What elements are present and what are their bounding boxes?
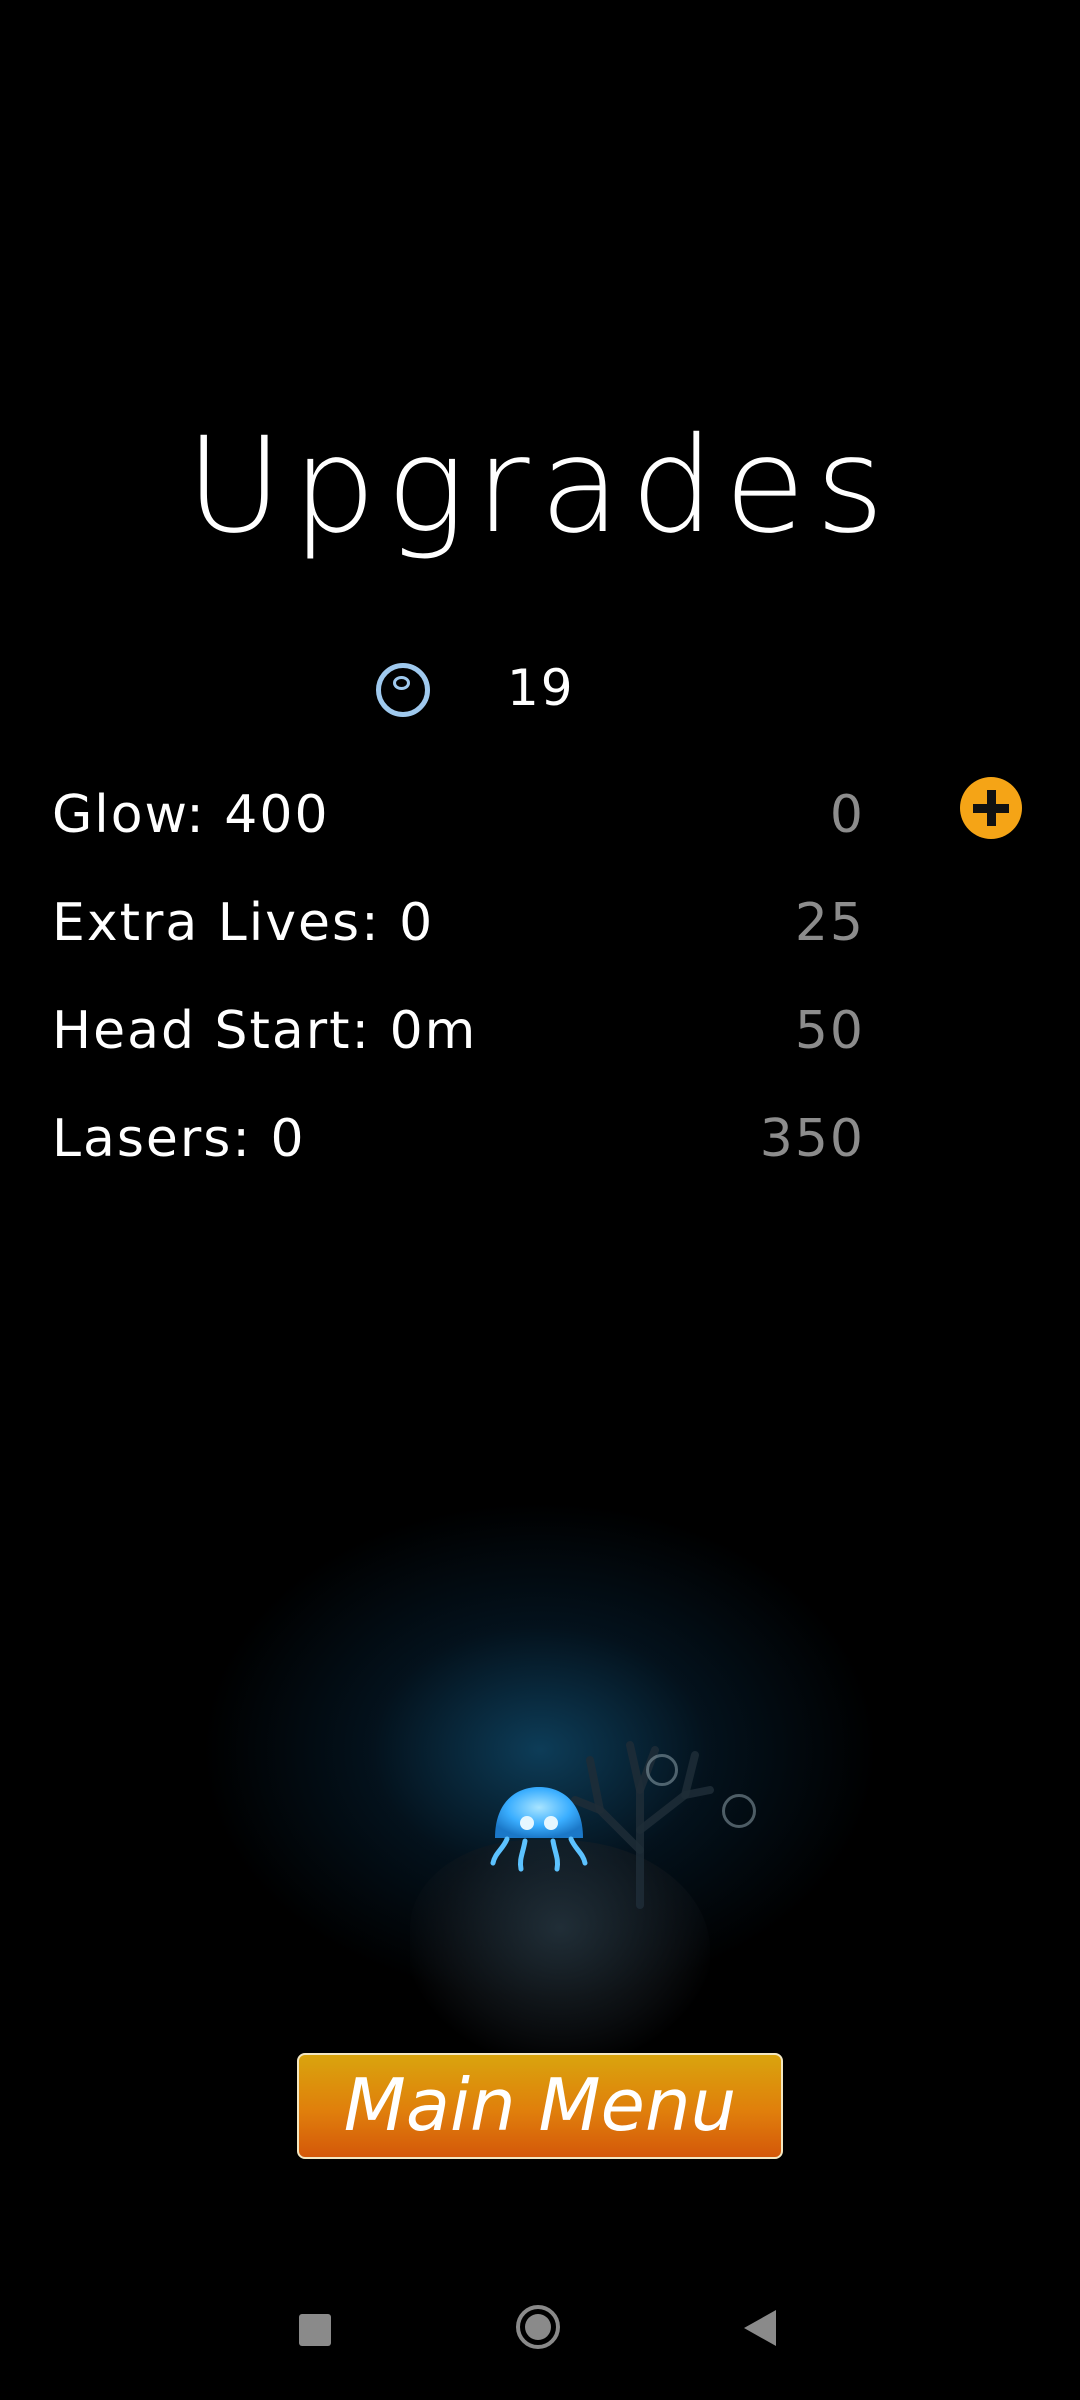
- upgrade-row-head-start: Head Start: 0m 50: [52, 1001, 1022, 1071]
- android-navbar: [0, 2280, 1080, 2390]
- upgrade-cost: 350: [759, 1109, 865, 1169]
- jellyfish-icon: [490, 1787, 588, 1872]
- upgrade-cost: 0: [829, 785, 865, 845]
- main-menu-button[interactable]: Main Menu: [297, 2053, 783, 2159]
- upgrade-label: Extra Lives: 0: [52, 893, 435, 953]
- recents-square-icon[interactable]: [299, 2314, 331, 2346]
- bubble-decor-icon: [646, 1754, 678, 1786]
- bubble-icon: [376, 663, 430, 717]
- upgrade-cost: 25: [794, 893, 865, 953]
- buy-glow-plus-icon[interactable]: [960, 777, 1022, 839]
- back-triangle-icon[interactable]: [744, 2310, 776, 2346]
- upgrade-row-glow: Glow: 400 0: [52, 777, 1022, 855]
- upgrade-cost: 50: [794, 1001, 865, 1061]
- upgrade-row-extra-lives: Extra Lives: 0 25: [52, 893, 1022, 963]
- bubble-currency: 19: [372, 655, 592, 725]
- upgrade-label: Glow: 400: [52, 785, 330, 845]
- upgrade-label: Head Start: 0m: [52, 1001, 478, 1061]
- upgrade-label: Lasers: 0: [52, 1109, 306, 1169]
- jellyfish-scene: [0, 1500, 1080, 2060]
- page-title: Upgrades: [185, 409, 895, 563]
- bubble-decor-icon: [722, 1794, 756, 1828]
- home-circle-icon[interactable]: [516, 2305, 560, 2349]
- upgrade-row-lasers: Lasers: 0 350: [52, 1109, 1022, 1179]
- bubble-count: 19: [507, 659, 575, 717]
